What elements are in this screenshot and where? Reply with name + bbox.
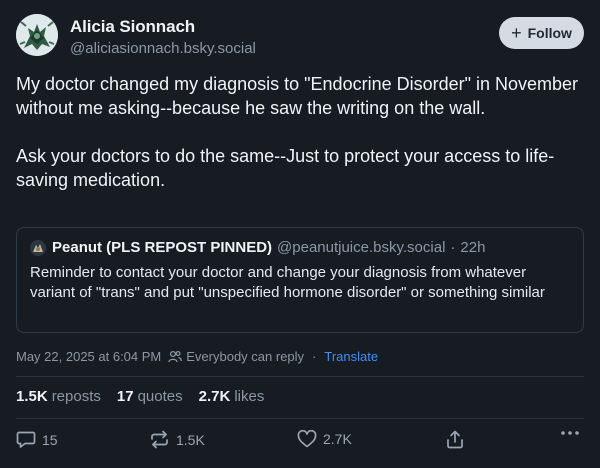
quoted-author-handle: @peanutjuice.bsky.social <box>277 239 446 256</box>
post-paragraph: My doctor changed my diagnosis to "Endoc… <box>16 74 579 118</box>
plus-icon: + <box>511 22 522 43</box>
meta-separator: · <box>312 349 317 364</box>
reply-icon <box>16 431 36 448</box>
reposts-label: reposts <box>51 388 101 405</box>
follow-button[interactable]: + Follow <box>499 17 584 49</box>
reposts-count: 1.5K <box>16 388 48 405</box>
author-name[interactable]: Alicia Sionnach <box>70 17 195 37</box>
like-count: 2.7K <box>323 431 352 447</box>
repost-button[interactable]: 1.5K <box>149 430 205 449</box>
post-meta: May 22, 2025 at 6:04 PM Everybody can re… <box>16 349 378 364</box>
translate-link[interactable]: Translate <box>324 349 378 364</box>
quotes-label: quotes <box>137 388 183 405</box>
reply-count: 15 <box>42 431 58 448</box>
likes-label: likes <box>234 388 265 405</box>
reply-button[interactable]: 15 <box>16 430 58 449</box>
quoted-post[interactable]: Peanut (PLS REPOST PINNED) @peanutjuice.… <box>16 227 584 333</box>
share-icon <box>447 430 463 449</box>
people-icon <box>168 350 183 363</box>
avatar-image <box>16 14 58 56</box>
likes-stat[interactable]: 2.7K likes <box>199 388 265 405</box>
quoted-author-avatar <box>30 239 46 256</box>
reply-setting[interactable]: Everybody can reply <box>186 349 304 364</box>
likes-count: 2.7K <box>198 388 231 405</box>
post-paragraph: Ask your doctors to do the same--Just to… <box>16 146 555 190</box>
follow-button-label: Follow <box>527 25 572 41</box>
post-timestamp[interactable]: May 22, 2025 at 6:04 PM <box>16 349 161 364</box>
post-text: My doctor changed my diagnosis to "Endoc… <box>16 72 588 192</box>
reposts-stat[interactable]: 1.5K reposts <box>16 388 101 405</box>
repost-count: 1.5K <box>176 431 205 448</box>
quoted-separator: · <box>450 239 456 256</box>
quotes-stat[interactable]: 17 quotes <box>117 388 183 405</box>
author-avatar[interactable] <box>16 14 58 56</box>
post-thread-view: Alicia Sionnach @aliciasionnach.bsky.soc… <box>0 0 600 468</box>
divider <box>16 376 584 377</box>
quoted-post-header: Peanut (PLS REPOST PINNED) @peanutjuice.… <box>30 239 485 256</box>
author-handle[interactable]: @aliciasionnach.bsky.social <box>70 40 256 57</box>
action-bar: 15 1.5K 2.7K <box>16 430 584 452</box>
post-stats: 1.5K reposts 17 quotes 2.7K likes <box>16 388 264 405</box>
more-horizontal-icon <box>561 431 579 435</box>
heart-icon <box>297 430 317 448</box>
quoted-author-name: Peanut (PLS REPOST PINNED) <box>52 239 273 256</box>
repost-icon <box>151 430 168 449</box>
more-options-button[interactable] <box>560 430 580 436</box>
like-button[interactable]: 2.7K <box>297 430 352 448</box>
quoted-post-time: 22h <box>460 239 486 256</box>
quoted-post-text: Reminder to contact your doctor and chan… <box>30 264 545 301</box>
quotes-count: 17 <box>116 388 134 405</box>
divider <box>16 418 584 419</box>
share-button[interactable] <box>446 430 464 449</box>
